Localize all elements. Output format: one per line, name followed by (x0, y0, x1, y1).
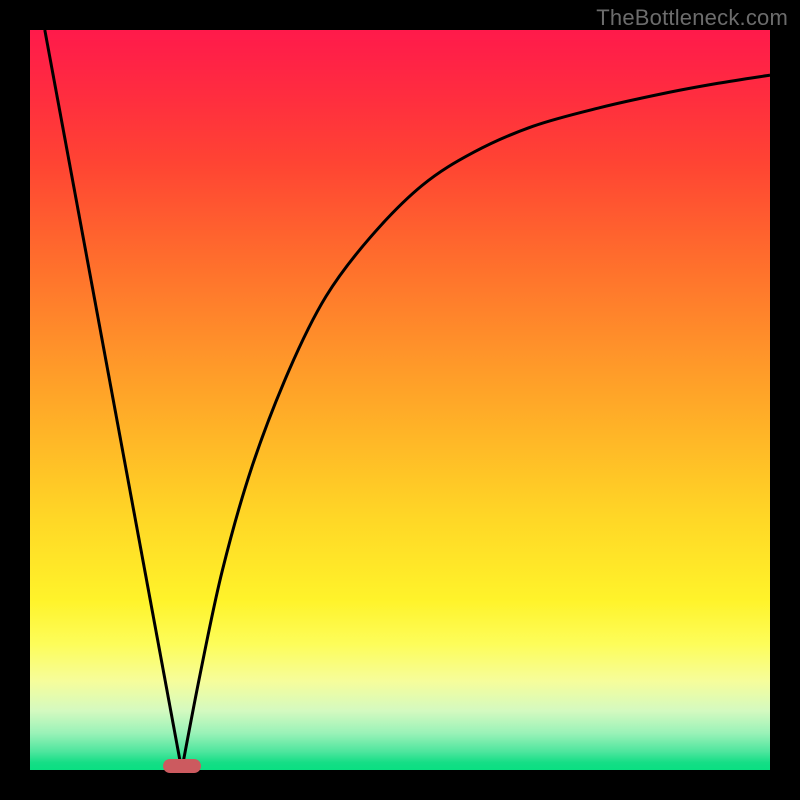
bottleneck-curve (30, 30, 770, 770)
optimal-marker (163, 759, 201, 773)
plot-area (30, 30, 770, 770)
watermark-text: TheBottleneck.com (596, 5, 788, 31)
chart-frame: TheBottleneck.com (0, 0, 800, 800)
curve-right-branch (182, 75, 770, 770)
curve-left-branch (45, 30, 182, 770)
